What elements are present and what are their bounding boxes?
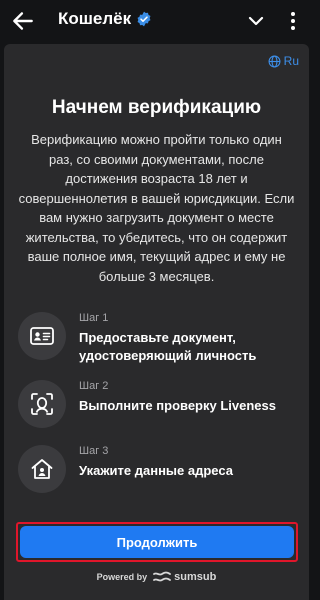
language-selector[interactable]: Ru — [268, 54, 299, 68]
sumsub-brand: sumsub — [174, 571, 217, 583]
powered-by-footer: Powered by sumsub — [4, 571, 309, 583]
step-text: Выполните проверку Liveness — [79, 398, 276, 413]
step-3: Шаг 3 Укажите данные адреса — [18, 445, 298, 497]
more-options-icon[interactable] — [283, 9, 303, 33]
step-number: Шаг 3 — [79, 445, 109, 457]
continue-button[interactable]: Продолжить — [20, 526, 294, 558]
step-2: Шаг 2 Выполните проверку Liveness — [18, 380, 298, 432]
sumsub-logo-icon — [153, 571, 172, 582]
id-card-icon — [18, 312, 66, 360]
step-1: Шаг 1 Предоставьте документ, удостоверяю… — [18, 312, 298, 364]
app-header: Кошелёк — [0, 0, 313, 42]
globe-icon — [268, 55, 281, 67]
verified-badge-icon — [136, 11, 152, 27]
verification-card: Ru Начнем верификацию Верификацию можно … — [4, 44, 309, 600]
verification-intro-text: Верификацию можно пройти только один раз… — [18, 132, 295, 284]
back-arrow-icon[interactable] — [10, 8, 36, 34]
chevron-down-icon[interactable] — [244, 9, 268, 33]
step-number: Шаг 2 — [79, 380, 109, 392]
face-scan-icon — [18, 380, 66, 428]
header-title-group: Кошелёк — [58, 9, 152, 29]
page-title: Кошелёк — [58, 9, 132, 28]
verification-heading: Начнем верификацию — [51, 97, 262, 118]
step-number: Шаг 1 — [79, 312, 109, 324]
step-text: Укажите данные адреса — [79, 463, 233, 478]
step-text: Предоставьте документ, удостоверяющий ли… — [79, 330, 257, 363]
language-label: Ru — [283, 54, 299, 68]
powered-by-label: Powered by — [96, 572, 148, 582]
home-icon — [18, 445, 66, 493]
